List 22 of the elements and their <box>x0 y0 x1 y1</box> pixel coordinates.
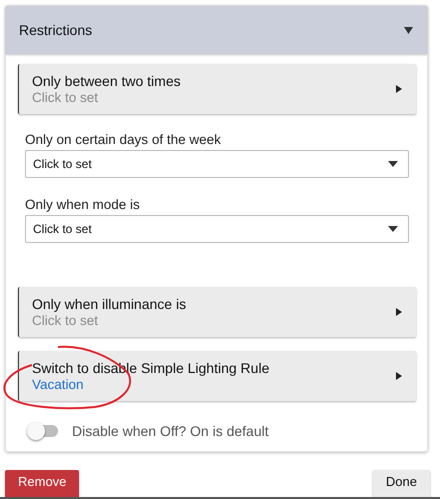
remove-button[interactable]: Remove <box>5 470 80 497</box>
section-header[interactable]: Restrictions <box>6 6 427 54</box>
caret-icon <box>388 226 398 232</box>
caret-icon <box>396 85 402 93</box>
setting-row[interactable]: Only between two times Click to set <box>18 64 416 114</box>
setting-value: Click to set <box>32 313 100 328</box>
setting-label: Only when illuminance is <box>32 296 186 312</box>
setting-row[interactable]: Only when illuminance is Click to set <box>18 287 416 337</box>
dropdown[interactable]: Click to set <box>25 150 409 178</box>
section-title: Restrictions <box>19 22 92 38</box>
toggle-label: Disable when Off? On is default <box>72 423 269 439</box>
done-button[interactable]: Done <box>372 470 430 497</box>
caret-icon <box>396 372 402 380</box>
field-label: Only on certain days of the week <box>25 132 222 147</box>
caret-icon <box>396 308 402 316</box>
setting-label: Only between two times <box>32 73 181 89</box>
setting-value: Vacation <box>32 377 85 392</box>
dropdown[interactable]: Click to set <box>25 215 409 243</box>
setting-value: Click to set <box>32 90 100 105</box>
caret-icon <box>388 161 398 167</box>
field-label: Only when mode is <box>25 197 141 212</box>
toggle-switch[interactable] <box>30 425 58 437</box>
